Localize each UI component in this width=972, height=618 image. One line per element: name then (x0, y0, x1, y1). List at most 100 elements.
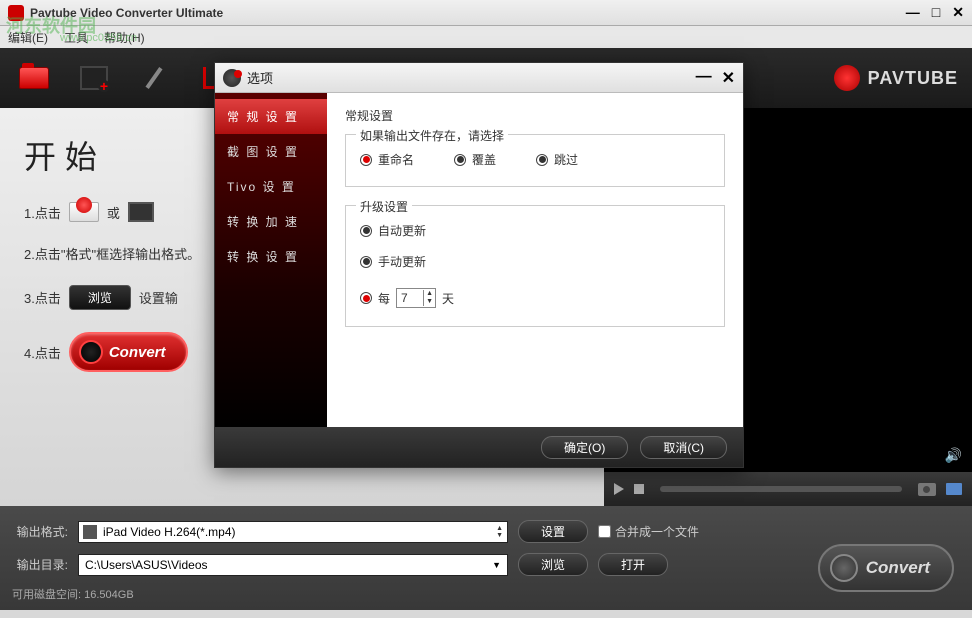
convert-icon (79, 340, 103, 364)
step1-folder-icon[interactable] (69, 202, 99, 222)
dialog-title: 选项 (247, 68, 696, 87)
radio-rename[interactable]: 重命名 (360, 151, 414, 168)
every-label: 每 (378, 290, 390, 307)
radio-auto-label: 自动更新 (378, 222, 426, 239)
cancel-button[interactable]: 取消(C) (640, 436, 727, 459)
add-video-button[interactable] (74, 60, 114, 96)
pen-icon (145, 67, 162, 89)
progress-bar[interactable] (660, 486, 902, 492)
tab-tivo[interactable]: Tivo 设 置 (215, 169, 327, 204)
days-input[interactable]: 7 ▲▼ (396, 288, 436, 308)
tab-convert[interactable]: 转 换 设 置 (215, 239, 327, 274)
dialog-titlebar: 选项 — ✕ (215, 63, 743, 93)
play-button[interactable] (614, 483, 624, 495)
dialog-footer: 确定(O) 取消(C) (215, 427, 743, 467)
days-spinner[interactable]: ▲▼ (423, 290, 435, 306)
radio-every-icon[interactable] (360, 292, 372, 304)
days-unit: 天 (442, 290, 454, 307)
dir-label: 输出目录: (12, 556, 68, 573)
format-icon (83, 525, 97, 539)
format-spinner[interactable]: ▲▼ (496, 525, 503, 539)
step1-prefix: 1.点击 (24, 203, 61, 222)
brand-logo-icon (834, 65, 860, 91)
radio-auto-update[interactable]: 自动更新 (360, 222, 710, 239)
tab-screenshot[interactable]: 截 图 设 置 (215, 134, 327, 169)
menubar: 河东软件园 www.pc0359.cn 编辑(E) 工具 帮助(H) (0, 26, 972, 48)
convert-big-label: Convert (866, 558, 930, 578)
minimize-button[interactable]: — (906, 4, 920, 21)
open-button[interactable]: 打开 (598, 553, 668, 576)
step2-text: 2.点击"格式"框选择输出格式。 (24, 244, 200, 263)
bottom-panel: 输出格式: iPad Video H.264(*.mp4) ▲▼ 设置 合并成一… (0, 506, 972, 610)
brand-text: PAVTUBE (868, 68, 958, 89)
snapshot-folder-button[interactable] (946, 483, 962, 495)
dialog-minimize-button[interactable]: — (696, 68, 712, 88)
open-folder-button[interactable] (14, 60, 54, 96)
film-plus-icon (80, 66, 108, 90)
radio-rename-label: 重命名 (378, 151, 414, 168)
radio-dot-icon (454, 154, 466, 166)
radio-overwrite[interactable]: 覆盖 (454, 151, 496, 168)
radio-manual-update[interactable]: 手动更新 (360, 253, 710, 270)
step1-film-icon[interactable] (128, 202, 154, 222)
step4-convert-button[interactable]: Convert (69, 332, 188, 372)
tab-general[interactable]: 常 规 设 置 (215, 99, 327, 134)
close-button[interactable]: ✕ (952, 4, 964, 21)
dialog-content: 常规设置 如果输出文件存在，请选择 重命名 覆盖 跳过 升级设置 自动更新 手动… (327, 93, 743, 427)
titlebar: Pavtube Video Converter Ultimate — □ ✕ (0, 0, 972, 26)
format-value: iPad Video H.264(*.mp4) (103, 525, 496, 539)
edit-button[interactable] (134, 60, 174, 96)
format-label: 输出格式: (12, 523, 68, 540)
days-row: 每 7 ▲▼ 天 (360, 288, 710, 308)
browse-button[interactable]: 浏览 (518, 553, 588, 576)
merge-label: 合并成一个文件 (615, 523, 699, 540)
dialog-icon (223, 69, 241, 87)
step1-or: 或 (107, 203, 120, 222)
maximize-button[interactable]: □ (932, 4, 940, 21)
menu-edit[interactable]: 编辑(E) (8, 29, 48, 46)
disk-prefix: 可用磁盘空间: (12, 589, 81, 601)
radio-dot-icon (360, 154, 372, 166)
format-row: 输出格式: iPad Video H.264(*.mp4) ▲▼ 设置 合并成一… (12, 520, 960, 543)
disk-info: 可用磁盘空间: 16.504GB (12, 586, 960, 602)
dialog-sidebar: 常 规 设 置 截 图 设 置 Tivo 设 置 转 换 加 速 转 换 设 置 (215, 93, 327, 427)
fieldset-upgrade: 升级设置 自动更新 手动更新 每 7 ▲▼ 天 (345, 205, 725, 327)
radio-skip[interactable]: 跳过 (536, 151, 578, 168)
snapshot-button[interactable] (918, 483, 936, 496)
fs2-legend: 升级设置 (356, 198, 412, 215)
dir-dropdown-icon[interactable]: ▼ (492, 560, 501, 570)
merge-checkbox-wrap[interactable]: 合并成一个文件 (598, 523, 699, 540)
radio-dot-icon (360, 256, 372, 268)
merge-checkbox[interactable] (598, 525, 611, 538)
convert-big-icon (830, 554, 858, 582)
step3-browse-button[interactable]: 浏览 (69, 285, 131, 310)
app-icon (8, 5, 24, 21)
tab-accel[interactable]: 转 换 加 速 (215, 204, 327, 239)
fieldset-exists: 如果输出文件存在，请选择 重命名 覆盖 跳过 (345, 134, 725, 187)
step3-suffix: 设置输 (139, 288, 178, 307)
dialog-close-button[interactable]: ✕ (722, 68, 735, 88)
dir-value: C:\Users\ASUS\Videos (85, 558, 208, 572)
days-value: 7 (397, 291, 423, 305)
menu-help[interactable]: 帮助(H) (104, 29, 145, 46)
dialog-body: 常 规 设 置 截 图 设 置 Tivo 设 置 转 换 加 速 转 换 设 置… (215, 93, 743, 427)
radio-manual-label: 手动更新 (378, 253, 426, 270)
content-title: 常规设置 (345, 107, 725, 124)
options-dialog: 选项 — ✕ 常 规 设 置 截 图 设 置 Tivo 设 置 转 换 加 速 … (214, 62, 744, 468)
stop-button[interactable] (634, 484, 644, 494)
fs1-legend: 如果输出文件存在，请选择 (356, 127, 508, 144)
format-combo[interactable]: iPad Video H.264(*.mp4) ▲▼ (78, 521, 508, 543)
radio-skip-label: 跳过 (554, 151, 578, 168)
menu-tools[interactable]: 工具 (64, 29, 88, 46)
radio-dot-icon (536, 154, 548, 166)
app-title: Pavtube Video Converter Ultimate (30, 6, 906, 20)
folder-icon (19, 67, 49, 89)
settings-button[interactable]: 设置 (518, 520, 588, 543)
convert-button[interactable]: Convert (818, 544, 954, 592)
ok-button[interactable]: 确定(O) (541, 436, 628, 459)
radio-overwrite-label: 覆盖 (472, 151, 496, 168)
step4-convert-label: Convert (109, 344, 166, 361)
step3-prefix: 3.点击 (24, 288, 61, 307)
output-dir-input[interactable]: C:\Users\ASUS\Videos ▼ (78, 554, 508, 576)
volume-icon[interactable]: 🔊 (945, 447, 962, 464)
